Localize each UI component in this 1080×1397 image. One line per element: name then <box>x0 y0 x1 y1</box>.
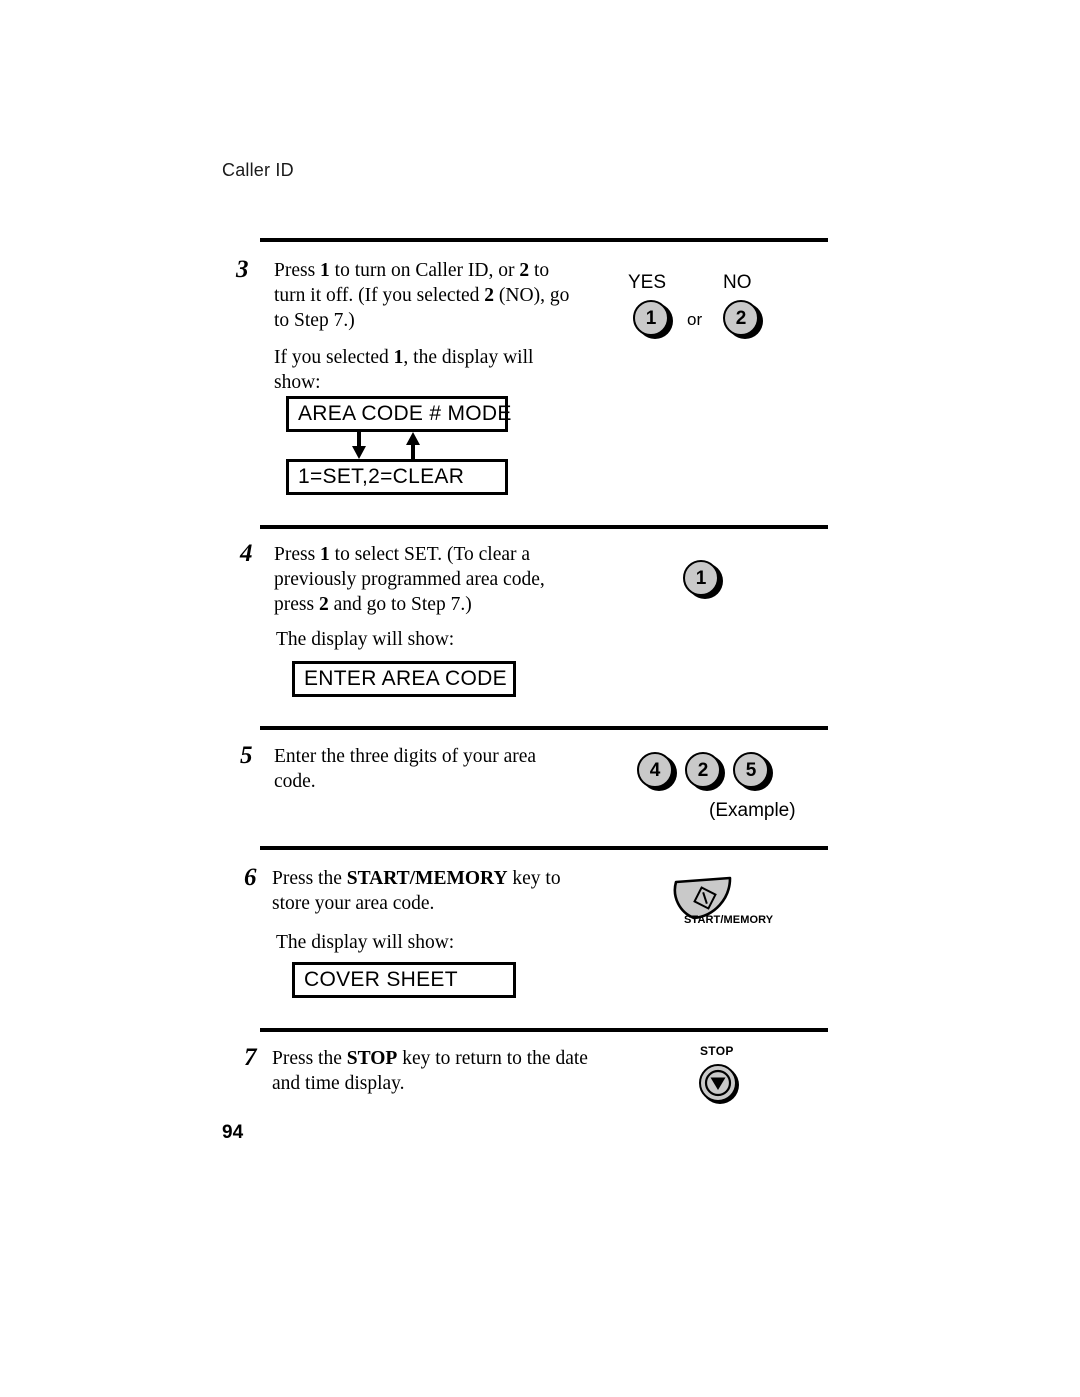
step-4-display-note: The display will show: <box>276 629 455 650</box>
keypad-button-4[interactable]: 4 <box>637 752 677 792</box>
key-face: 1 <box>683 560 719 596</box>
step-number-4: 4 <box>240 540 253 567</box>
lcd-display-area-code-mode: AREA CODE # MODE <box>286 396 511 432</box>
section-divider-step-5 <box>260 726 828 730</box>
step-4-instruction: Press 1 to select SET. (To clear a previ… <box>274 544 545 615</box>
keypad-button-5[interactable]: 5 <box>733 752 773 792</box>
section-divider-step-7 <box>260 1028 828 1032</box>
keypad-button-1-yes[interactable]: 1 <box>633 300 673 340</box>
section-divider-step-6 <box>260 846 828 850</box>
stop-key-label: STOP <box>700 1044 734 1058</box>
yes-key-caption: YES <box>628 272 667 293</box>
stop-key-icon[interactable] <box>697 1062 743 1111</box>
keypad-button-2-no[interactable]: 2 <box>723 300 763 340</box>
section-divider-step-3 <box>260 238 828 242</box>
keypad-button-2[interactable]: 2 <box>685 752 725 792</box>
step-number-6: 6 <box>244 864 257 891</box>
step-5-instruction: Enter the three digits of your area code… <box>274 746 537 792</box>
manual-page: Caller ID 3 Press 1 to turn on Caller ID… <box>0 0 1080 1397</box>
step-number-5: 5 <box>240 742 253 769</box>
step-7-instruction: Press the STOP key to return to the date… <box>272 1048 588 1094</box>
example-caption: (Example) <box>709 800 796 821</box>
step-6-display-note: The display will show: <box>276 932 455 953</box>
running-header: Caller ID <box>222 160 294 180</box>
key-face: 4 <box>637 752 673 788</box>
key-face: 2 <box>723 300 759 336</box>
section-divider-step-4 <box>260 525 828 529</box>
step-3-instruction: Press 1 to turn on Caller ID, or 2 to tu… <box>274 260 570 331</box>
page-number: 94 <box>222 1122 244 1143</box>
key-face: 1 <box>633 300 669 336</box>
step-number-3: 3 <box>236 256 249 283</box>
step-number-7: 7 <box>244 1044 257 1071</box>
step-6-instruction: Press the START/MEMORY key to store your… <box>272 868 561 914</box>
start-memory-key-label: START/MEMORY <box>684 914 774 926</box>
or-connector-label: or <box>687 310 703 329</box>
keypad-button-1[interactable]: 1 <box>683 560 723 600</box>
lcd-display-enter-area-code: ENTER AREA CODE <box>292 661 516 697</box>
no-key-caption: NO <box>723 272 752 293</box>
lcd-display-set-clear: 1=SET,2=CLEAR <box>286 459 508 495</box>
key-face: 2 <box>685 752 721 788</box>
step-3-display-note: If you selected 1, the display will show… <box>274 347 534 393</box>
lcd-display-cover-sheet: COVER SHEET <box>292 962 516 998</box>
key-face: 5 <box>733 752 769 788</box>
